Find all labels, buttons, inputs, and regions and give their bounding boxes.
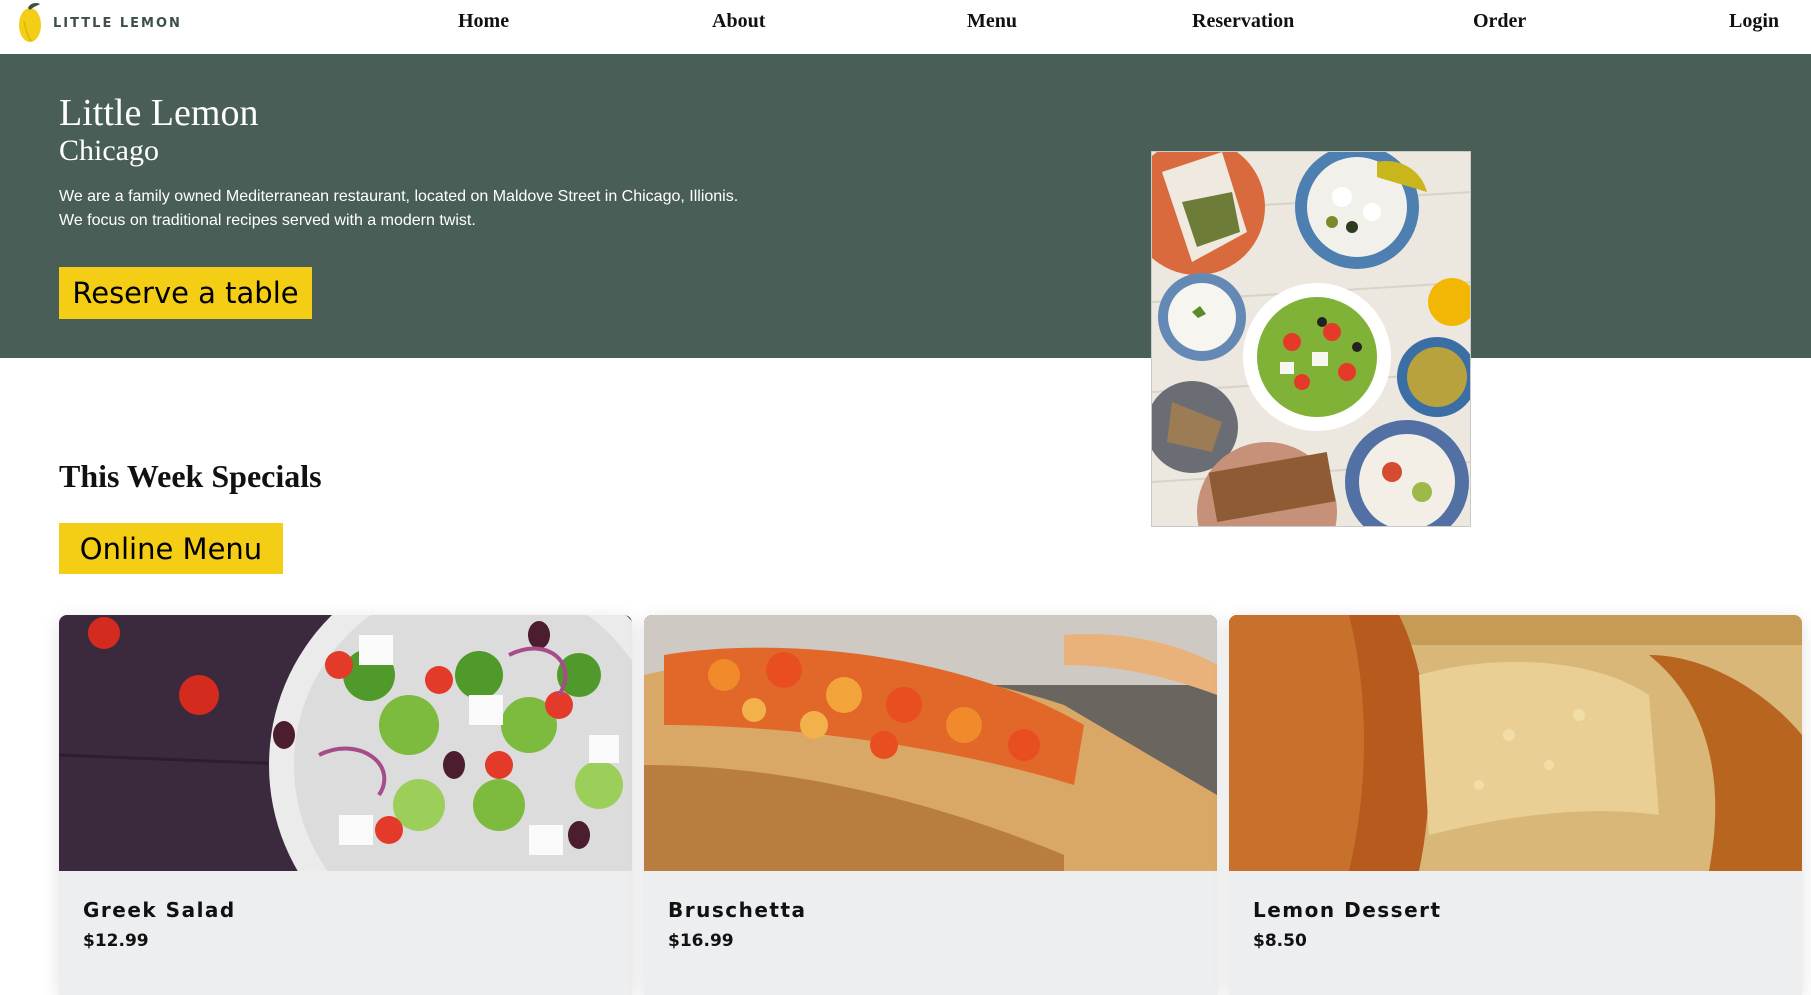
card-image <box>59 615 632 871</box>
lemon-dessert-image <box>1229 615 1802 871</box>
hero-title: Little Lemon <box>59 92 259 134</box>
reserve-table-button[interactable]: Reserve a table <box>59 267 312 319</box>
special-card[interactable]: Bruschetta $16.99 <box>644 615 1217 995</box>
nav-order[interactable]: Order <box>1473 10 1526 33</box>
nav-menu[interactable]: Menu <box>967 10 1017 33</box>
card-price: $8.50 <box>1253 931 1307 951</box>
mediterranean-food-platter-image <box>1152 152 1470 526</box>
card-title: Lemon Dessert <box>1253 898 1442 922</box>
hero-description-line: We are a family owned Mediterranean rest… <box>59 188 739 205</box>
nav-login[interactable]: Login <box>1729 10 1779 33</box>
special-card[interactable]: Greek Salad $12.99 <box>59 615 632 995</box>
card-image <box>1229 615 1802 871</box>
hero-food-image <box>1151 151 1471 527</box>
special-card[interactable]: Lemon Dessert $8.50 <box>1229 615 1802 995</box>
hero-section: Little Lemon Chicago We are a family own… <box>0 54 1811 358</box>
card-price: $12.99 <box>83 931 149 951</box>
greek-salad-image <box>59 615 632 871</box>
lemon-logo-icon <box>19 3 41 42</box>
card-image <box>644 615 1217 871</box>
online-menu-button[interactable]: Online Menu <box>59 523 283 574</box>
top-navigation: LITTLE LEMON Home About Menu Reservation… <box>0 0 1811 54</box>
card-title: Greek Salad <box>83 898 236 922</box>
specials-heading: This Week Specials <box>59 458 322 494</box>
card-title: Bruschetta <box>668 898 807 922</box>
hero-description: We are a family owned Mediterranean rest… <box>59 185 819 233</box>
brand-name: LITTLE LEMON <box>53 15 182 31</box>
nav-about[interactable]: About <box>712 10 765 33</box>
hero-subtitle: Chicago <box>59 134 159 167</box>
hero-description-line: We focus on traditional recipes served w… <box>59 212 476 229</box>
nav-reservation[interactable]: Reservation <box>1192 10 1294 33</box>
nav-home[interactable]: Home <box>458 10 509 33</box>
brand-logo[interactable]: LITTLE LEMON <box>16 0 182 46</box>
card-price: $16.99 <box>668 931 734 951</box>
bruschetta-image <box>644 615 1217 871</box>
